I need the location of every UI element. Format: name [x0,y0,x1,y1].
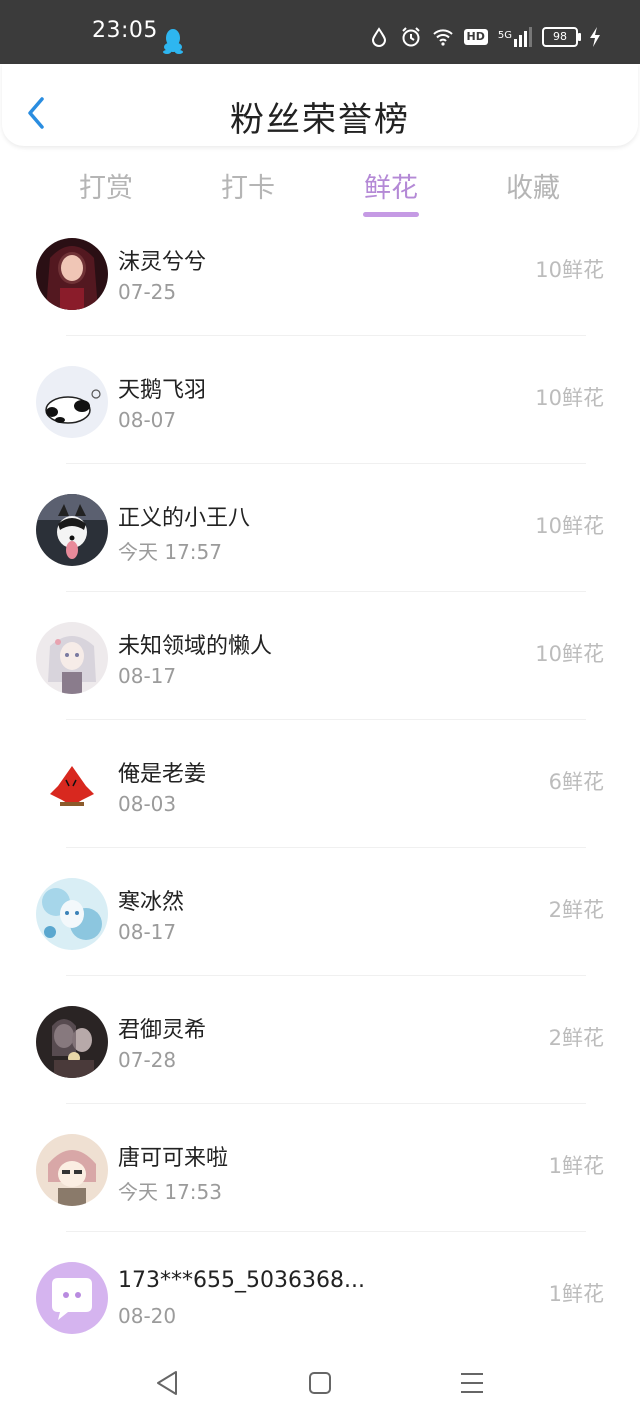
status-icons: HD 5G 98 [368,26,602,48]
menu-lines-icon[interactable] [452,1368,492,1398]
dark-girl-avatar [36,238,108,310]
fan-date: 今天 17:57 [118,540,222,564]
fan-name: 君御灵希 [118,1018,207,1043]
fan-date: 07-25 [118,280,177,304]
fan-date: 08-17 [118,920,177,944]
tab-reward[interactable]: 打赏 [46,166,166,205]
fan-name: 沫灵兮兮 [118,250,207,275]
fan-name: 俺是老姜 [118,762,207,787]
system-nav-bar [0,1356,640,1422]
list-item[interactable]: 君御灵希 07-28 2鲜花 [0,976,640,1104]
ice-avatar [36,878,108,950]
fan-date: 08-17 [118,664,177,688]
back-triangle-icon[interactable] [148,1368,188,1398]
flower-count: 10鲜花 [535,514,604,538]
network-type-label: 5G [497,30,512,41]
flower-count: 10鲜花 [535,642,604,666]
fan-date: 08-07 [118,408,177,432]
wifi-icon [432,29,453,46]
flower-count: 10鲜花 [535,258,604,282]
flower-count: 6鲜花 [548,770,604,794]
fan-date: 08-03 [118,792,177,816]
default-chat-avatar [36,1262,108,1334]
list-item[interactable]: 寒冰然 08-17 2鲜花 [0,848,640,976]
page-title: 粉丝荣誉榜 [230,100,410,140]
charging-icon [590,27,600,47]
header: 粉丝荣誉榜 [2,64,638,146]
fan-name: 173***655_5036368... [118,1268,365,1293]
fan-date: 07-28 [118,1048,177,1072]
list-item[interactable]: 天鹅飞羽 08-07 10鲜花 [0,336,640,464]
fan-name: 未知领域的懒人 [118,634,273,659]
anime-girl-avatar [36,622,108,694]
status-bar: 23:05 HD 5G 98 [0,0,640,64]
flower-count: 10鲜花 [535,386,604,410]
flower-count: 1鲜花 [548,1154,604,1178]
list-item[interactable]: 沫灵兮兮 07-25 10鲜花 [0,238,640,336]
list-item[interactable]: 未知领域的懒人 08-17 10鲜花 [0,592,640,720]
qq-icon [163,29,183,54]
signal-5g-icon: 5G [498,27,532,47]
flower-count: 2鲜花 [548,898,604,922]
list-item[interactable]: 唐可可来啦 今天 17:53 1鲜花 [0,1104,640,1232]
fan-list[interactable]: 沫灵兮兮 07-25 10鲜花 天鹅飞羽 08-07 10鲜花 正义的小王八 今… [0,238,640,1348]
active-tab-indicator [363,212,419,217]
list-item[interactable]: 正义的小王八 今天 17:57 10鲜花 [0,464,640,592]
water-drop-icon [371,27,386,47]
panda-avatar [36,366,108,438]
fan-name: 正义的小王八 [118,506,251,531]
tab-favorites[interactable]: 收藏 [473,166,593,205]
flower-count: 2鲜花 [548,1026,604,1050]
tab-checkin[interactable]: 打卡 [188,166,308,205]
battery-icon: 98 [542,27,581,47]
tab-bar: 打赏 打卡 鲜花 收藏 [0,166,640,226]
tab-flowers[interactable]: 鲜花 [331,166,451,205]
home-square-icon[interactable] [300,1368,340,1398]
fan-name: 天鹅飞羽 [118,378,207,403]
fan-date: 今天 17:53 [118,1180,222,1204]
alarm-icon [401,27,420,47]
list-item[interactable]: 173***655_5036368... 08-20 1鲜花 [0,1232,640,1348]
cartoon-girl-avatar [36,1134,108,1206]
hd-icon: HD [463,29,488,45]
flower-count: 1鲜花 [548,1282,604,1306]
status-time: 23:05 [92,18,158,43]
couple-avatar [36,1006,108,1078]
husky-avatar [36,494,108,566]
fan-date: 08-20 [118,1304,177,1328]
list-item[interactable]: 俺是老姜 08-03 6鲜花 [0,720,640,848]
red-logo-avatar [36,750,108,822]
fan-name: 唐可可来啦 [118,1146,229,1171]
fan-name: 寒冰然 [118,890,185,915]
